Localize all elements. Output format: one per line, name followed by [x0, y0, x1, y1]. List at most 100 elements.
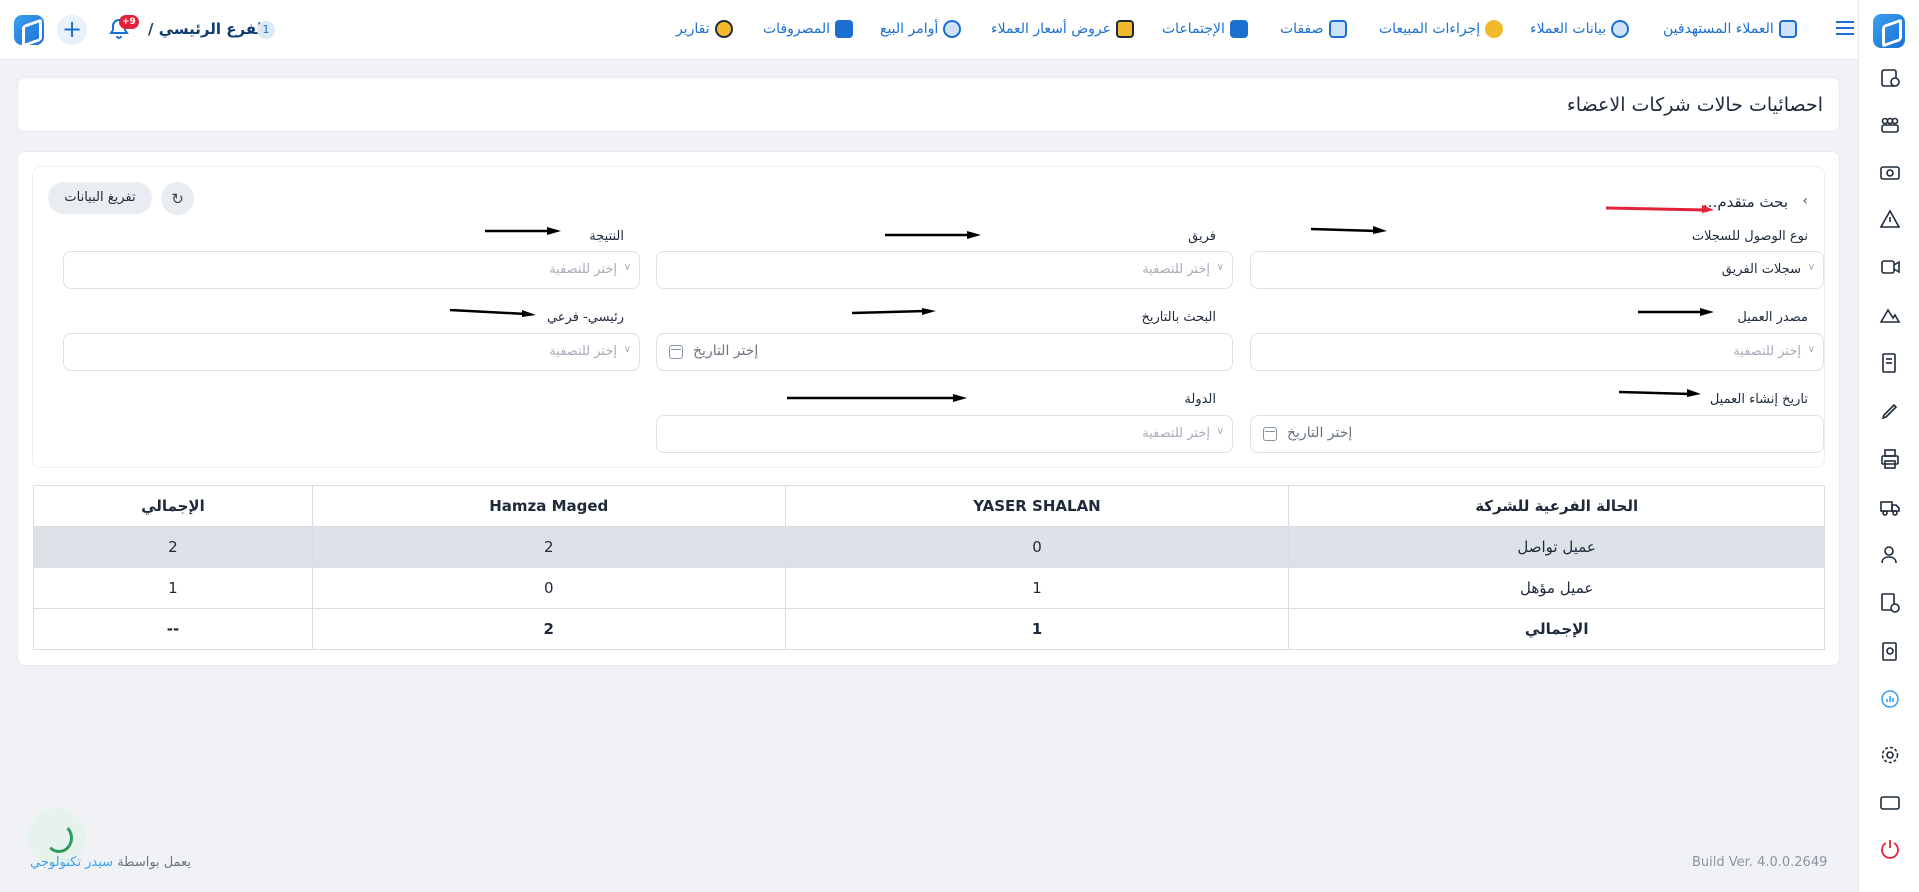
nav-deals[interactable]: صفقات — [1280, 20, 1347, 38]
access-type-label: نوع الوصول للسجلات — [1691, 229, 1808, 244]
table-row: عميل مؤهل 1 0 1 — [33, 567, 1825, 609]
clear-data-button[interactable]: تفريغ البيانات — [48, 182, 152, 214]
sidebar-user-check-icon[interactable] — [1879, 544, 1901, 566]
nav-customer-quotes[interactable]: عروض أسعار العملاء — [991, 20, 1135, 38]
refresh-button[interactable]: ↻ — [161, 182, 194, 215]
sidebar-money-icon[interactable] — [1879, 162, 1901, 184]
annotation-red-arrow-icon — [1606, 205, 1714, 213]
statistics-table: الحالة الفرعية للشركة YASER SHALAN Hamza… — [33, 485, 1825, 650]
nav-label: بيانات العملاء — [1530, 21, 1607, 37]
reports-icon — [714, 20, 733, 38]
sidebar-edit-icon[interactable] — [1879, 400, 1901, 422]
sidebar-warning-icon[interactable] — [1879, 208, 1901, 230]
sidebar-logout-icon[interactable] — [1879, 838, 1901, 860]
app-logo-icon[interactable] — [14, 15, 44, 45]
annotation-arrow-icon — [1638, 308, 1714, 316]
sidebar-add-file-icon[interactable] — [1879, 592, 1901, 614]
chevron-down-icon: ∨ — [623, 262, 631, 273]
sidebar-invoice-icon[interactable] — [1879, 352, 1901, 374]
sidebar-team-icon[interactable] — [1879, 114, 1901, 136]
table-cell: -- — [33, 608, 313, 650]
sidebar-printer-icon[interactable] — [1879, 448, 1901, 470]
menu-toggle-icon[interactable] — [1836, 21, 1854, 35]
sidebar-settings-icon[interactable] — [1879, 744, 1901, 766]
nav-expenses[interactable]: المصروفات — [763, 20, 854, 38]
table-cell: عميل تواصل — [1288, 526, 1825, 568]
search-by-date-placeholder: إختر التاريخ — [693, 343, 759, 359]
client-source-placeholder: إختر للتصفية — [1733, 344, 1801, 359]
team-placeholder: إختر للتصفية — [1142, 262, 1210, 277]
table-cell: 1 — [784, 567, 1290, 609]
client-created-date-label: تاريخ إنشاء العميل — [1709, 392, 1808, 407]
team-select[interactable]: ∨ إختر للتصفية — [656, 251, 1233, 289]
nav-reports[interactable]: تقارير — [676, 20, 733, 38]
quotes-icon — [1116, 20, 1135, 38]
country-placeholder: إختر للتصفية — [1142, 426, 1210, 441]
meetings-icon — [1229, 20, 1248, 38]
result-select[interactable]: ∨ إختر للتصفية — [63, 251, 640, 289]
country-select[interactable]: ∨ إختر للتصفية — [656, 415, 1233, 453]
table-cell: 0 — [784, 526, 1290, 568]
page-title: احصائيات حالات شركات الاعضاء — [1566, 94, 1823, 116]
right-sidebar — [1858, 0, 1919, 892]
sidebar-add-record-icon[interactable] — [1879, 67, 1901, 89]
collapse-chevron-icon[interactable]: ‹ — [1802, 193, 1808, 209]
nav-sales-actions[interactable]: إجراءات المبيعات — [1379, 20, 1504, 38]
table-cell: الإجمالي — [1288, 608, 1825, 650]
page-title-card: احصائيات حالات شركات الاعضاء — [17, 77, 1840, 132]
build-version: Build Ver. 4.0.0.2649 — [1692, 855, 1828, 870]
table-cell: 2 — [311, 526, 786, 568]
calendar-icon — [669, 345, 683, 359]
advanced-search-title[interactable]: بحث متقدم... — [1703, 193, 1788, 211]
powered-by: يعمل بواسطة سيدر تكنولوجي — [30, 855, 191, 870]
table-cell: 2 — [33, 526, 313, 568]
refresh-icon: ↻ — [171, 189, 184, 208]
annotation-arrow-icon — [885, 231, 981, 239]
nav-meetings[interactable]: الإجتماعات — [1162, 20, 1248, 38]
advanced-search-panel: ‹ بحث متقدم... تفريغ البيانات ↻ نوع الوص… — [33, 167, 1824, 467]
sidebar-truck-icon[interactable] — [1879, 496, 1901, 518]
sidebar-landscape-icon[interactable] — [1879, 304, 1901, 326]
table-header: الحالة الفرعية للشركة — [1288, 485, 1825, 527]
nav-target-customers[interactable]: العملاء المستهدفين — [1663, 20, 1797, 38]
table-cell: 1 — [33, 567, 313, 609]
main-sub-placeholder: إختر للتصفية — [549, 344, 617, 359]
table-cell: عميل مؤهل — [1288, 567, 1825, 609]
sidebar-logo-icon[interactable] — [1873, 14, 1905, 48]
sidebar-analytics-icon[interactable] — [1879, 688, 1901, 710]
sidebar-video-icon[interactable] — [1879, 256, 1901, 278]
client-source-label: مصدر العميل — [1737, 310, 1808, 325]
annotation-arrow-icon — [1619, 389, 1701, 397]
search-by-date-picker[interactable]: إختر التاريخ — [656, 333, 1233, 371]
table-cell: 0 — [311, 567, 786, 609]
customer-data-icon — [1611, 20, 1630, 38]
nav-label: الإجتماعات — [1162, 21, 1225, 37]
country-label: الدولة — [1184, 392, 1216, 407]
table-row: عميل تواصل 0 2 2 — [33, 526, 1825, 568]
nav-label: المصروفات — [763, 21, 831, 37]
table-cell: 2 — [311, 608, 786, 650]
client-created-date-picker[interactable]: إختر التاريخ — [1250, 415, 1824, 453]
table-header-row: الحالة الفرعية للشركة YASER SHALAN Hamza… — [33, 485, 1825, 527]
chevron-down-icon: ∨ — [1216, 262, 1224, 273]
client-source-select[interactable]: ∨ إختر للتصفية — [1250, 333, 1824, 371]
chevron-down-icon: ∨ — [1216, 426, 1224, 437]
branch-selector[interactable]: الفرع الرئيسي / — [148, 20, 267, 38]
team-label: فريق — [1188, 229, 1216, 244]
nav-label: تقارير — [676, 21, 710, 37]
sidebar-screen-icon[interactable] — [1879, 792, 1901, 814]
main-sub-label: رئيسي- فرعي — [546, 310, 624, 325]
target-customers-icon — [1778, 20, 1797, 38]
powered-by-link[interactable]: سيدر تكنولوجي — [30, 855, 113, 870]
sales-actions-icon — [1485, 20, 1504, 38]
add-button[interactable]: + — [57, 15, 87, 45]
nav-sales-orders[interactable]: أوامر البيع — [880, 20, 962, 38]
result-placeholder: إختر للتصفية — [549, 262, 617, 277]
top-bar: + +9 الفرع الرئيسي / 1 العملاء المستهدفي… — [0, 0, 1858, 60]
result-label: النتيجة — [589, 229, 624, 244]
sidebar-documents-icon[interactable] — [1879, 640, 1901, 662]
nav-customer-data[interactable]: بيانات العملاء — [1530, 20, 1630, 38]
main-sub-select[interactable]: ∨ إختر للتصفية — [63, 333, 640, 371]
access-type-select[interactable]: ∨ سجلات الفريق — [1250, 251, 1824, 289]
nav-label: العملاء المستهدفين — [1663, 21, 1774, 37]
